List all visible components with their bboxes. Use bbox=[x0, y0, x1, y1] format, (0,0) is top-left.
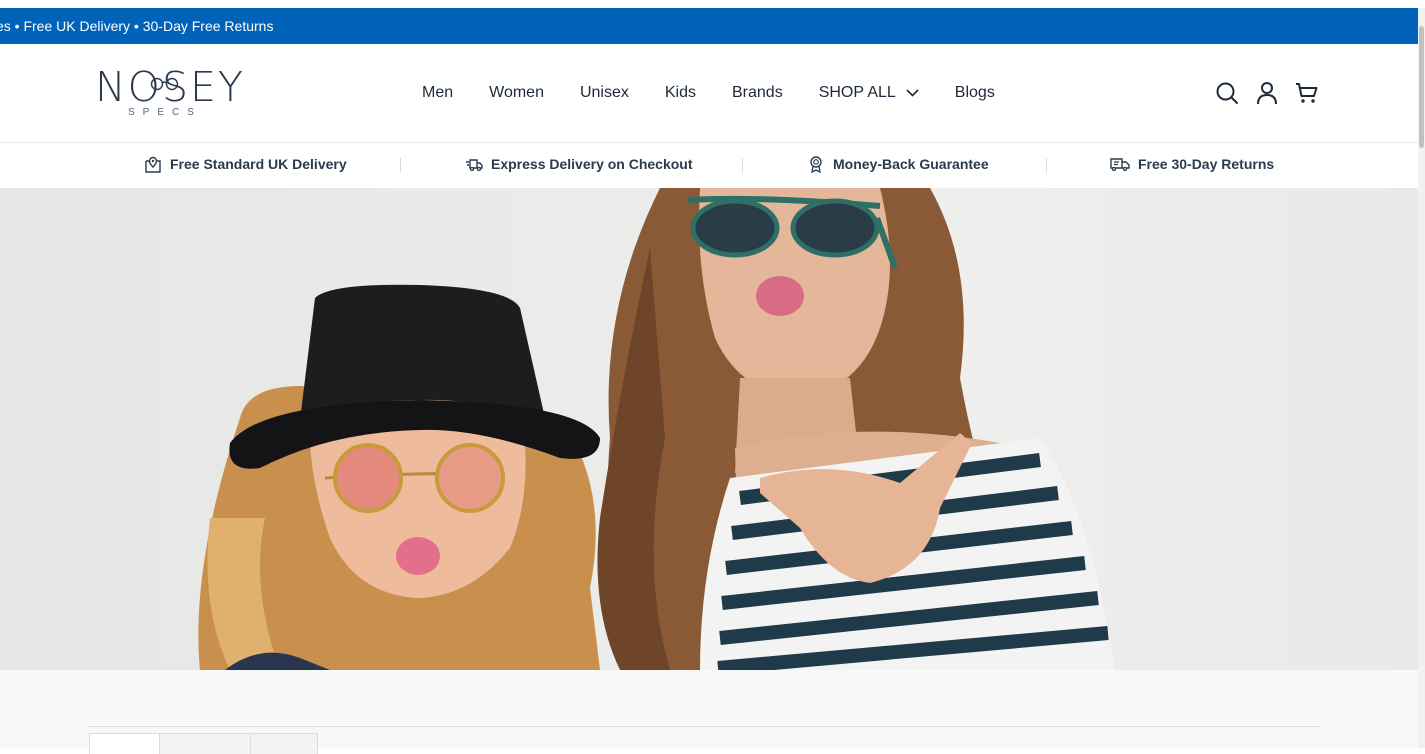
nav-brands-label: Brands bbox=[732, 84, 783, 101]
glasses-icon bbox=[150, 77, 179, 91]
nav-women-label: Women bbox=[489, 84, 544, 101]
nav-unisex-label: Unisex bbox=[579, 84, 629, 101]
award-badge-icon bbox=[810, 156, 822, 173]
account-button[interactable] bbox=[1254, 80, 1280, 106]
benefit-express-delivery: Express Delivery on Checkout bbox=[465, 155, 693, 173]
brand-tagline: SPECS bbox=[128, 107, 202, 118]
cart-button[interactable] bbox=[1294, 80, 1320, 106]
nav-shop-all[interactable]: SHOP ALL bbox=[801, 78, 937, 108]
tab-stub-1[interactable] bbox=[89, 733, 160, 754]
benefit-free-delivery: Free Standard UK Delivery bbox=[144, 155, 347, 173]
nav-kids-label: Kids bbox=[664, 84, 696, 101]
nav-women[interactable]: Women bbox=[471, 78, 562, 108]
nav-blogs[interactable]: Blogs bbox=[937, 78, 1013, 108]
location-box-icon bbox=[145, 156, 161, 173]
brand-logo[interactable]: NOSEY SPECS bbox=[95, 64, 243, 120]
nav-brands[interactable]: Brands bbox=[714, 78, 801, 108]
nav-men-label: Men bbox=[422, 84, 454, 101]
benefit-money-back: Money-Back Guarantee bbox=[807, 155, 989, 173]
benefit-free-returns: Free 30-Day Returns bbox=[1110, 155, 1274, 173]
tab-stub-2[interactable] bbox=[159, 733, 251, 754]
cart-icon bbox=[1296, 83, 1318, 103]
account-icon bbox=[1257, 82, 1277, 105]
tab-stub-3[interactable] bbox=[250, 733, 318, 754]
benefits-bar: Free Standard UK Delivery Express Delive… bbox=[0, 143, 1418, 188]
nav-shop-all-label: SHOP ALL bbox=[818, 84, 896, 101]
benefit-money-back-label: Money-Back Guarantee bbox=[833, 156, 989, 172]
site-header: NOSEY SPECS Men Women Unisex Kids Brands… bbox=[0, 44, 1418, 143]
hero-banner-image[interactable] bbox=[0, 188, 1418, 670]
search-button[interactable] bbox=[1214, 80, 1240, 106]
nav-blogs-label: Blogs bbox=[954, 84, 995, 101]
nav-unisex[interactable]: Unisex bbox=[562, 78, 647, 108]
benefit-free-delivery-label: Free Standard UK Delivery bbox=[170, 156, 347, 172]
benefit-divider bbox=[742, 158, 743, 172]
header-actions bbox=[1214, 80, 1334, 106]
nav-men[interactable]: Men bbox=[404, 78, 471, 108]
benefit-express-delivery-label: Express Delivery on Checkout bbox=[491, 156, 693, 172]
return-truck-icon bbox=[1110, 158, 1130, 172]
chevron-down-icon bbox=[906, 89, 919, 97]
announcement-text: es • Free UK Delivery • 30-Day Free Retu… bbox=[0, 18, 274, 34]
benefit-divider bbox=[1046, 158, 1047, 172]
page-scrollbar[interactable] bbox=[1418, 8, 1425, 748]
benefit-free-returns-label: Free 30-Day Returns bbox=[1138, 156, 1275, 172]
section-divider bbox=[89, 726, 1321, 727]
benefit-divider bbox=[400, 158, 401, 172]
fast-truck-icon bbox=[466, 159, 483, 172]
nav-kids[interactable]: Kids bbox=[647, 78, 714, 108]
announcement-bar: es • Free UK Delivery • 30-Day Free Retu… bbox=[0, 8, 1418, 44]
main-nav: Men Women Unisex Kids Brands SHOP ALL Bl… bbox=[404, 78, 1013, 108]
scrollbar-thumb[interactable] bbox=[1419, 26, 1424, 148]
search-icon bbox=[1216, 82, 1238, 104]
window-top-strip bbox=[0, 0, 1425, 8]
content-section bbox=[0, 670, 1418, 754]
hero-illustration bbox=[198, 188, 1115, 670]
